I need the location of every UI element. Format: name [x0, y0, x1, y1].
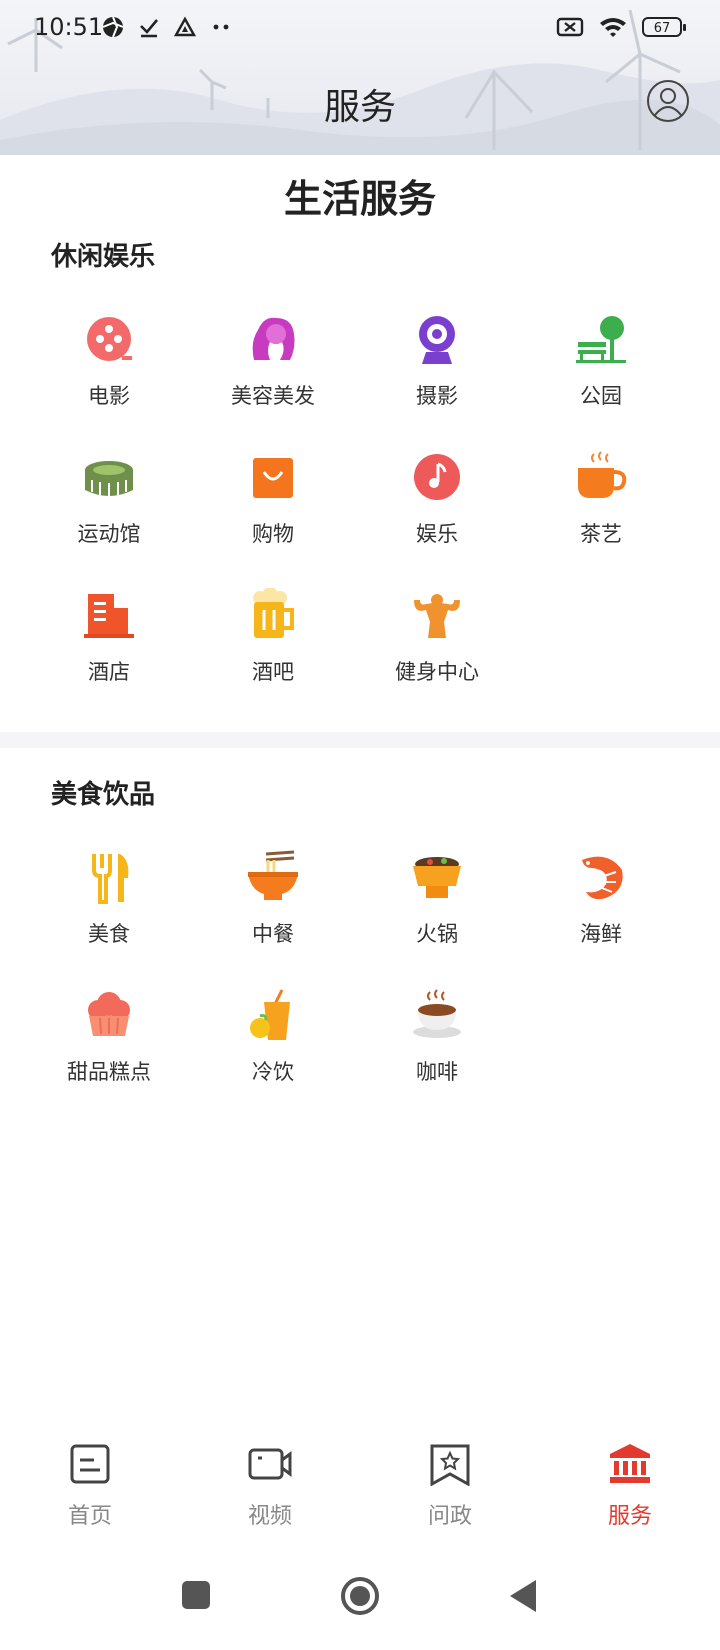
tab-label: 视频 [247, 1504, 292, 1529]
cupcake-icon [88, 992, 130, 1036]
service-food[interactable]: 美食 [27, 830, 191, 968]
service-label: 中餐 [252, 922, 294, 946]
service-label: 娱乐 [416, 522, 458, 546]
government-building-icon [610, 1444, 650, 1483]
hair-salon-icon [252, 317, 295, 360]
beer-mug-icon [253, 588, 294, 638]
tab-inquiry[interactable]: 问政 [360, 1426, 540, 1536]
wifi-icon [600, 18, 626, 37]
shrimp-icon [582, 856, 623, 900]
food-grid: 美食 中餐 火锅 海鲜 甜品糕点 冷饮 咖啡 [27, 830, 687, 1106]
status-notification-icons [102, 14, 232, 40]
recent-apps-icon[interactable] [181, 1580, 211, 1610]
system-navigation-bar [0, 1560, 720, 1650]
aperture-icon [102, 16, 124, 38]
leisure-grid: 电影 美容美发 摄影 公园 运动馆 购物 娱乐 茶艺 酒店 酒吧 健身中心 [27, 292, 687, 706]
service-label: 摄影 [416, 384, 458, 408]
service-label: 酒吧 [252, 660, 294, 684]
shopping-bag-icon [253, 458, 293, 498]
service-hotpot[interactable]: 火锅 [355, 830, 519, 968]
camera-icon [419, 316, 455, 364]
user-avatar-icon[interactable] [646, 79, 690, 123]
music-note-icon [414, 454, 460, 500]
more-dots-icon [213, 24, 229, 30]
stadium-icon [85, 461, 133, 496]
service-label: 电影 [88, 384, 130, 408]
service-label: 火锅 [416, 922, 458, 946]
service-fitness[interactable]: 健身中心 [355, 568, 519, 706]
service-chinese-food[interactable]: 中餐 [191, 830, 355, 968]
back-triangle-icon[interactable] [508, 1578, 538, 1614]
tab-home[interactable]: 首页 [0, 1426, 180, 1536]
service-label: 公园 [580, 384, 622, 408]
service-tea[interactable]: 茶艺 [519, 430, 683, 568]
service-coffee[interactable]: 咖啡 [355, 968, 519, 1106]
service-movie[interactable]: 电影 [27, 292, 191, 430]
header: 10:51 67 服务 [0, 0, 720, 155]
tab-video[interactable]: 视频 [180, 1426, 360, 1536]
status-bar: 10:51 67 [0, 0, 720, 54]
tab-label: 问政 [427, 1504, 472, 1529]
fitness-icon [414, 594, 460, 638]
fork-knife-icon [92, 854, 129, 904]
service-park[interactable]: 公园 [519, 292, 683, 430]
film-reel-icon [87, 317, 132, 361]
download-done-icon [140, 19, 158, 38]
service-desserts[interactable]: 甜品糕点 [27, 968, 191, 1106]
noodle-bowl-icon [248, 850, 298, 900]
service-label: 健身中心 [395, 660, 479, 684]
service-label: 运动馆 [77, 522, 141, 546]
home-doc-icon [70, 1444, 110, 1484]
service-label: 美食 [88, 922, 130, 946]
status-system-icons: 67 [556, 14, 686, 40]
tea-cup-icon [578, 451, 627, 498]
video-camera-icon [248, 1448, 292, 1480]
service-seafood[interactable]: 海鲜 [519, 830, 683, 968]
service-hotel[interactable]: 酒店 [27, 568, 191, 706]
service-label: 甜品糕点 [67, 1060, 151, 1084]
hotel-icon [84, 594, 134, 638]
status-time: 10:51 [34, 13, 104, 41]
service-label: 购物 [252, 522, 294, 546]
service-label: 海鲜 [580, 922, 622, 946]
coffee-icon [413, 989, 461, 1038]
service-entertainment[interactable]: 娱乐 [355, 430, 519, 568]
service-photography[interactable]: 摄影 [355, 292, 519, 430]
service-bar[interactable]: 酒吧 [191, 568, 355, 706]
tab-services[interactable]: 服务 [540, 1426, 720, 1536]
service-label: 咖啡 [416, 1060, 458, 1084]
hotpot-icon [413, 857, 461, 898]
service-label: 茶艺 [580, 522, 622, 546]
sim-off-icon [556, 17, 584, 37]
service-shopping[interactable]: 购物 [191, 430, 355, 568]
home-circle-icon[interactable] [340, 1576, 380, 1616]
juice-icon [250, 989, 290, 1040]
page-title: 服务 [323, 87, 396, 128]
service-beauty-salon[interactable]: 美容美发 [191, 292, 355, 430]
service-cold-drinks[interactable]: 冷饮 [191, 968, 355, 1106]
section-title-leisure: 休闲娱乐 [51, 242, 156, 272]
park-bench-icon [576, 316, 626, 363]
section-title-food-drinks: 美食饮品 [51, 780, 156, 810]
bottom-tab-bar: 首页 视频 问政 服务 [0, 1426, 720, 1536]
drive-icon [174, 16, 196, 37]
service-label: 冷饮 [252, 1060, 294, 1084]
tab-label: 首页 [67, 1504, 112, 1529]
bookmark-star-icon [430, 1444, 470, 1486]
battery-indicator: 67 [642, 17, 686, 37]
section-heading-life-services: 生活服务 [283, 177, 436, 221]
service-label: 酒店 [88, 660, 130, 684]
service-label: 美容美发 [231, 384, 315, 408]
section-divider [0, 732, 720, 748]
service-stadium[interactable]: 运动馆 [27, 430, 191, 568]
tab-label: 服务 [607, 1504, 652, 1529]
